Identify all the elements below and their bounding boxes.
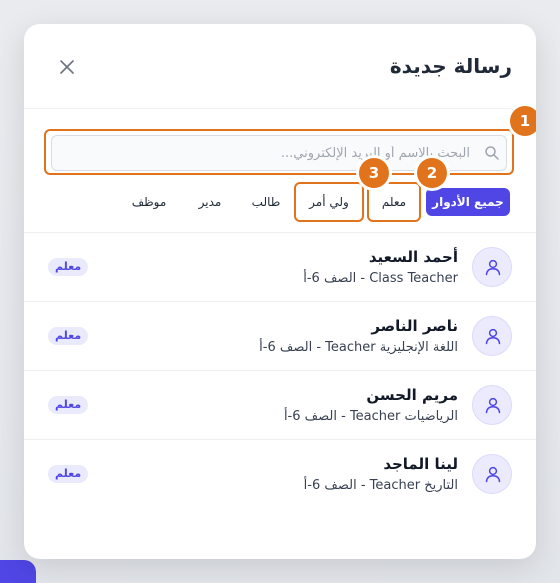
filter-staff[interactable]: موظف <box>122 188 176 216</box>
avatar <box>472 454 512 494</box>
modal-header: رسالة جديدة <box>24 24 536 109</box>
new-message-modal: رسالة جديدة 1 جميع الأدوار معلم ولي أمر … <box>24 24 536 559</box>
user-icon <box>485 328 501 345</box>
close-button[interactable] <box>54 54 80 80</box>
contact-subtitle: Class Teacher - الصف 6-أ <box>303 271 458 286</box>
contact-name: ناصر الناصر <box>371 317 458 335</box>
contact-subtitle: الرياضيات Teacher - الصف 6-أ <box>283 409 458 424</box>
role-badge: معلم <box>48 465 89 483</box>
annotation-badge-3: 3 <box>359 158 389 188</box>
filter-teacher[interactable]: معلم <box>369 188 419 216</box>
user-icon <box>485 259 501 276</box>
filter-student[interactable]: طالب <box>244 188 288 216</box>
contact-name: مريم الحسن <box>366 386 458 404</box>
user-icon <box>485 466 501 483</box>
contact-row[interactable]: مريم الحسن الرياضيات Teacher - الصف 6-أ … <box>24 371 536 440</box>
avatar <box>472 316 512 356</box>
close-icon <box>60 60 74 74</box>
role-badge: معلم <box>48 396 89 414</box>
contact-subtitle: التاريخ Teacher - الصف 6-أ <box>303 478 458 493</box>
filter-parent[interactable]: ولي أمر <box>296 188 362 216</box>
contact-name: أحمد السعيد <box>368 248 458 266</box>
annotation-badge-2: 2 <box>417 158 447 188</box>
avatar <box>472 247 512 287</box>
user-icon <box>485 397 501 414</box>
background-content <box>0 560 36 583</box>
role-badge: معلم <box>48 258 89 276</box>
contact-subtitle: اللغة الإنجليزية Teacher - الصف 6-أ <box>259 340 458 355</box>
contact-row[interactable]: أحمد السعيد Class Teacher - الصف 6-أ معل… <box>24 233 536 302</box>
search-icon <box>485 146 499 160</box>
contact-row[interactable]: ناصر الناصر اللغة الإنجليزية Teacher - ا… <box>24 302 536 371</box>
annotation-badge-1: 1 <box>510 106 536 136</box>
filter-all-roles[interactable]: جميع الأدوار <box>426 188 510 216</box>
role-badge: معلم <box>48 327 89 345</box>
contact-name: لينا الماجد <box>383 455 458 473</box>
avatar <box>472 385 512 425</box>
contact-row[interactable]: لينا الماجد التاريخ Teacher - الصف 6-أ م… <box>24 440 536 509</box>
role-filters: جميع الأدوار معلم ولي أمر طالب مدير موظف <box>24 182 536 222</box>
modal-title: رسالة جديدة <box>389 54 512 78</box>
filter-principal[interactable]: مدير <box>188 188 232 216</box>
